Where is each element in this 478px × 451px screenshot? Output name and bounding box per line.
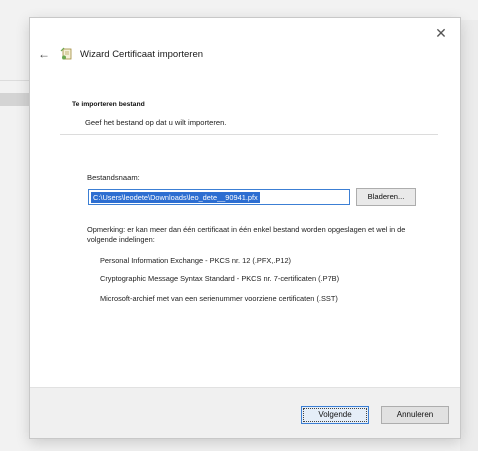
background-element [0,93,30,106]
browse-button[interactable]: Bladeren... [356,188,416,206]
file-name-input[interactable]: C:\Users\leodete\Downloads\leo_dete__909… [88,189,350,205]
dialog-header: ← Wizard Certificaat importeren [36,44,203,64]
dialog-footer: Volgende Annuleren [30,387,460,438]
section-description: Geef het bestand op dat u wilt importere… [85,118,227,127]
back-arrow-icon[interactable]: ← [36,47,52,61]
next-button[interactable]: Volgende [301,406,369,424]
file-name-label: Bestandsnaam: [87,173,140,182]
file-name-value: C:\Users\leodete\Downloads\leo_dete__909… [91,191,260,203]
certificate-wizard-icon [60,47,72,60]
header-separator [60,134,438,135]
certificate-import-dialog: ✕ ← Wizard Certificaat importeren Te imp… [30,18,460,438]
background-panel [460,20,478,451]
next-button-label: Volgende [318,410,352,419]
format-item: Personal Information Exchange - PKCS nr.… [100,256,292,265]
dialog-title: Wizard Certificaat importeren [80,48,204,60]
section-title: Te importeren bestand [72,101,145,108]
format-item: Microsoft-archief met van een serienumme… [100,294,338,303]
cancel-button[interactable]: Annuleren [381,406,449,424]
format-item: Cryptographic Message Syntax Standard - … [100,274,340,283]
close-icon[interactable]: ✕ [432,24,450,42]
formats-note: Opmerking: er kan meer dan één certifica… [87,225,406,244]
